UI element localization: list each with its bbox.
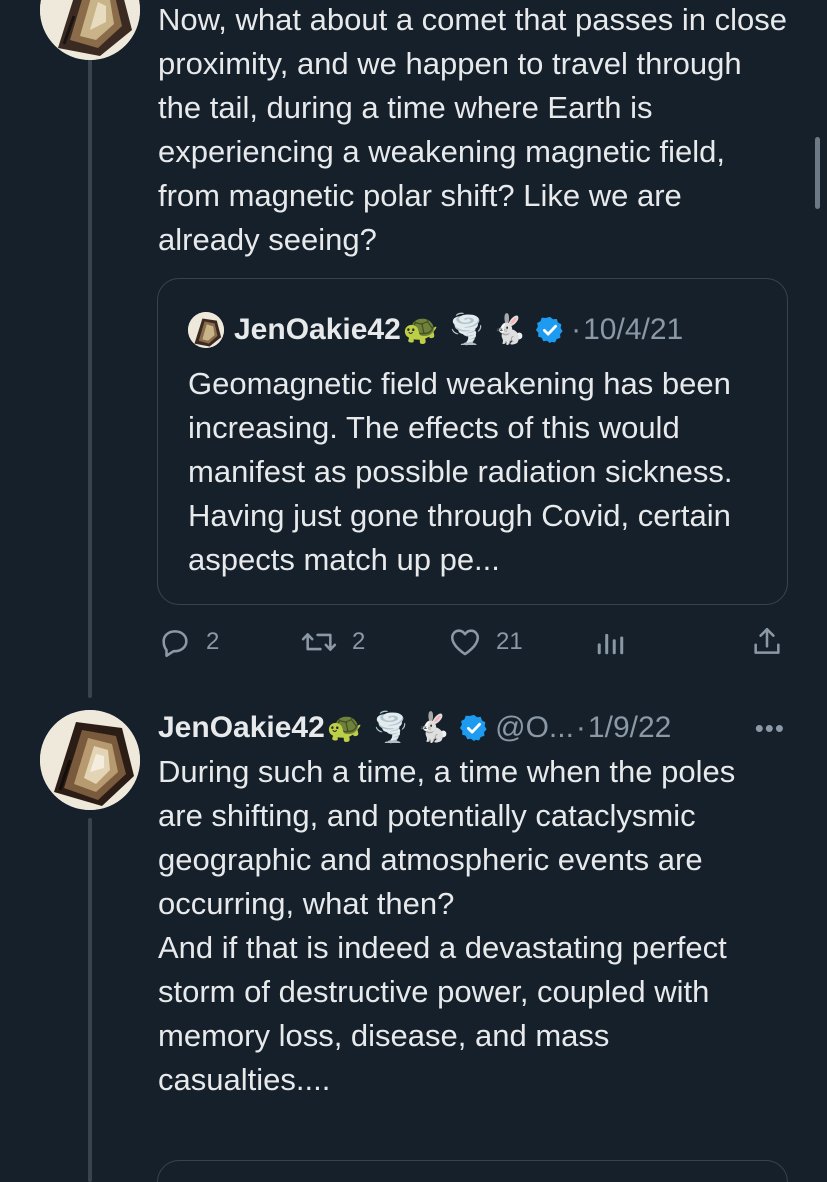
like-count: 21 (496, 628, 523, 655)
avatar[interactable] (40, 0, 140, 60)
like-icon (448, 625, 482, 659)
reply-button[interactable]: 2 (158, 622, 219, 662)
quoted-date[interactable]: 10/4/21 (583, 313, 683, 347)
share-button[interactable] (750, 622, 784, 662)
rabbit-emoji: 🐇 (415, 711, 452, 744)
rabbit-emoji: 🐇 (491, 313, 528, 346)
quoted-tweet-card[interactable]: JenOakie42 🐢 🌪️ 🐇 · 10/4/21 Geomagnetic … (157, 278, 788, 605)
thread-view: Now, what about a comet that passes in c… (0, 0, 827, 1182)
reply-count: 2 (206, 628, 220, 655)
retweet-icon (300, 625, 338, 659)
separator-dot: · (575, 711, 586, 744)
tweet-header: JenOakie42 🐢 🌪️ 🐇 @O... · 1/9/22 (158, 706, 827, 750)
tornado-emoji: 🌪️ (448, 313, 486, 346)
more-options-button[interactable]: ••• (755, 706, 785, 750)
like-button[interactable]: 21 (448, 622, 523, 662)
next-quoted-card[interactable] (157, 1160, 788, 1182)
display-name[interactable]: JenOakie42 (158, 711, 325, 745)
retweet-count: 2 (352, 628, 366, 655)
tornado-emoji: 🌪️ (372, 711, 410, 744)
thread-connector-line-2 (88, 818, 92, 1182)
scrollbar-thumb[interactable] (815, 137, 820, 209)
views-icon (595, 625, 625, 659)
reply-icon (158, 625, 192, 659)
quoted-tweet-header: JenOakie42 🐢 🌪️ 🐇 · 10/4/21 (188, 309, 683, 351)
handle[interactable]: @O... (495, 711, 574, 745)
turtle-emoji: 🐢 (402, 313, 439, 346)
verified-badge-icon (459, 713, 489, 743)
thread-connector-line (88, 58, 92, 698)
share-icon (750, 625, 784, 659)
turtle-emoji: 🐢 (326, 711, 363, 744)
retweet-button[interactable]: 2 (300, 622, 365, 662)
quoted-display-name: JenOakie42 (234, 313, 401, 346)
views-button[interactable] (595, 622, 625, 662)
tweet-text: Now, what about a comet that passes in c… (158, 2, 787, 257)
verified-badge-icon (535, 315, 565, 345)
tweet-action-bar: 2 2 21 (158, 622, 788, 662)
tweet-text-2: During such a time, a time when the pole… (158, 754, 736, 1097)
avatar-2[interactable] (40, 710, 140, 810)
separator-dot: · (571, 313, 582, 346)
quoted-tweet-text: Geomagnetic field weakening has been inc… (188, 366, 733, 577)
tweet-date[interactable]: 1/9/22 (588, 711, 671, 745)
quoted-avatar (188, 312, 224, 348)
